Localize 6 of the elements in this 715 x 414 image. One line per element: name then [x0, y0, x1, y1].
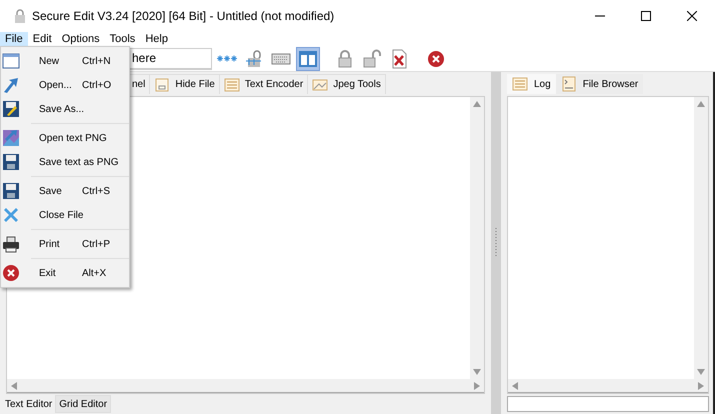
shortcut-text: Ctrl+N — [82, 54, 111, 68]
shortcut-text: Ctrl+O — [82, 78, 112, 92]
shortcut-text: Alt+X — [82, 266, 106, 280]
shortcut-text: Ctrl+P — [82, 238, 110, 252]
shortcut-text: Ctrl+S — [82, 184, 110, 198]
window-title: Secure Edit V3.24 [2020] [64 Bit] - Untitled (not modified) — [32, 8, 336, 25]
